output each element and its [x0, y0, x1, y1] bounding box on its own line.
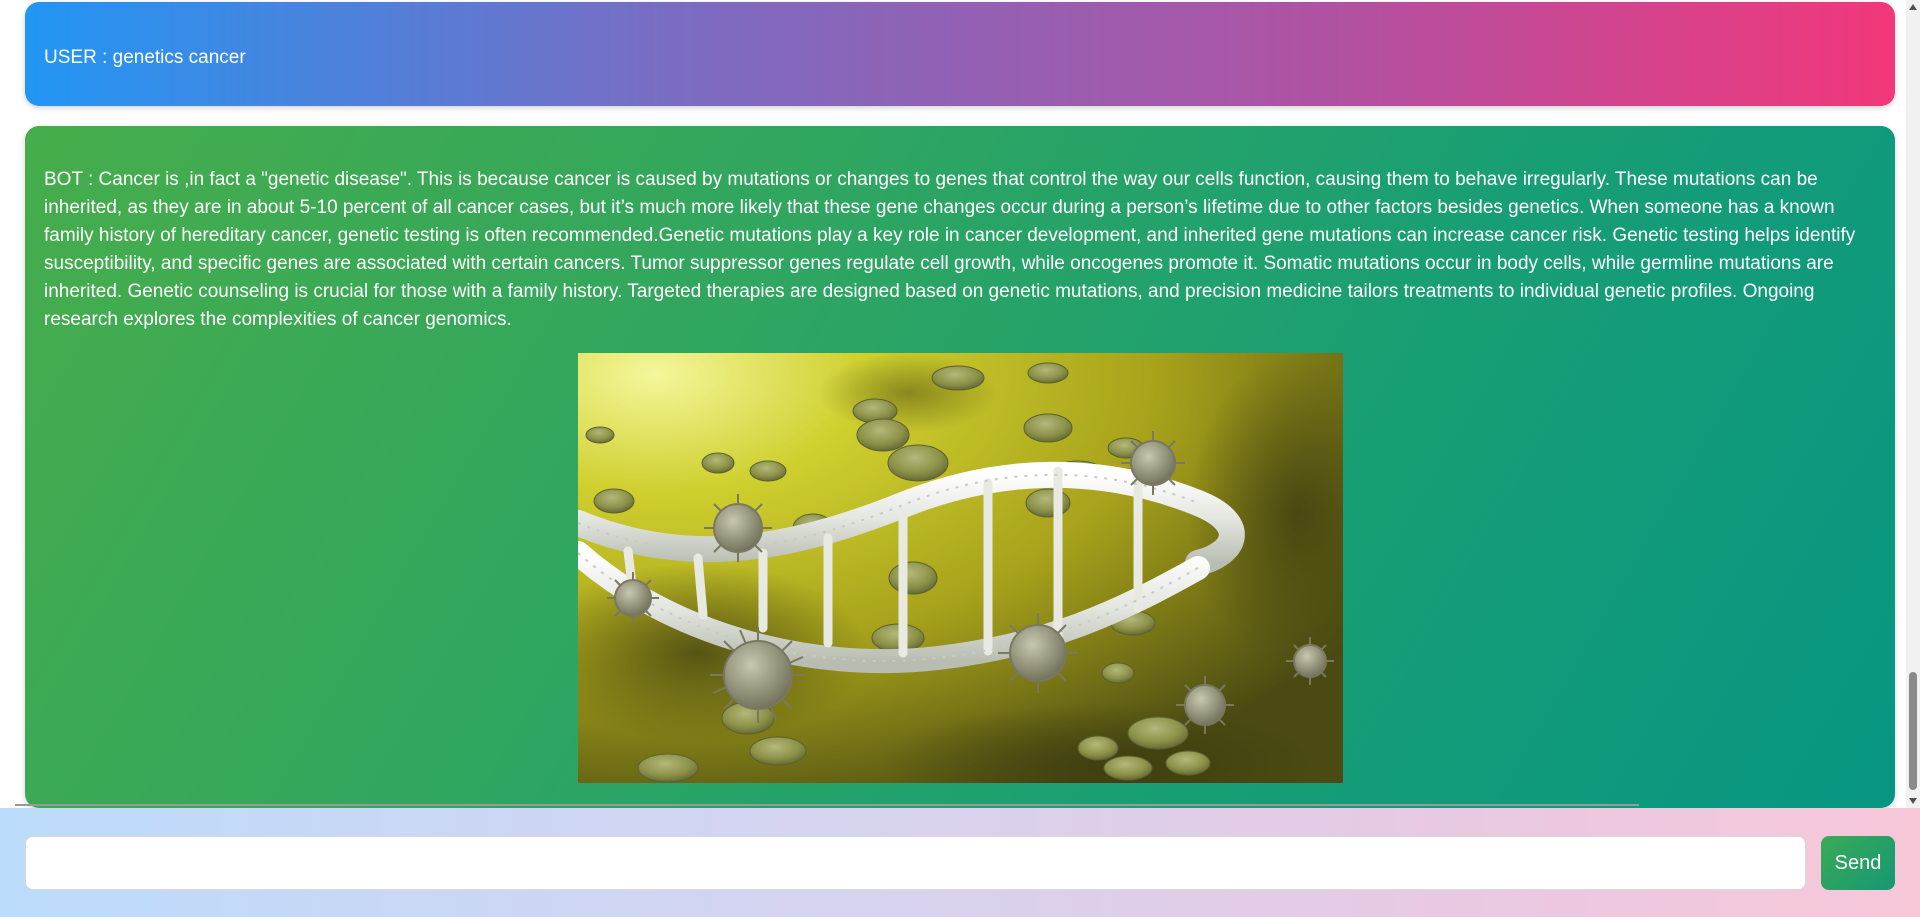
user-message-bubble: USER : genetics cancer	[25, 2, 1895, 106]
chevron-down-icon[interactable]	[1909, 798, 1917, 804]
scrollbar-thumb[interactable]	[1909, 672, 1917, 790]
bot-message-bubble: BOT : Cancer is ,in fact a "genetic dise…	[25, 126, 1895, 808]
message-input-bar: Send	[0, 808, 1920, 917]
user-message-text: USER : genetics cancer	[44, 47, 246, 68]
chat-history[interactable]: USER : genetics cancer BOT : Cancer is ,…	[0, 0, 1906, 808]
vertical-scrollbar[interactable]	[1906, 0, 1920, 808]
send-button[interactable]: Send	[1821, 836, 1895, 890]
divider	[15, 804, 1639, 806]
message-input[interactable]	[25, 836, 1806, 890]
chevron-up-icon[interactable]	[1909, 4, 1917, 10]
bot-message-text: BOT : Cancer is ,in fact a "genetic dise…	[44, 169, 1856, 330]
dna-cancer-image	[578, 353, 1343, 783]
